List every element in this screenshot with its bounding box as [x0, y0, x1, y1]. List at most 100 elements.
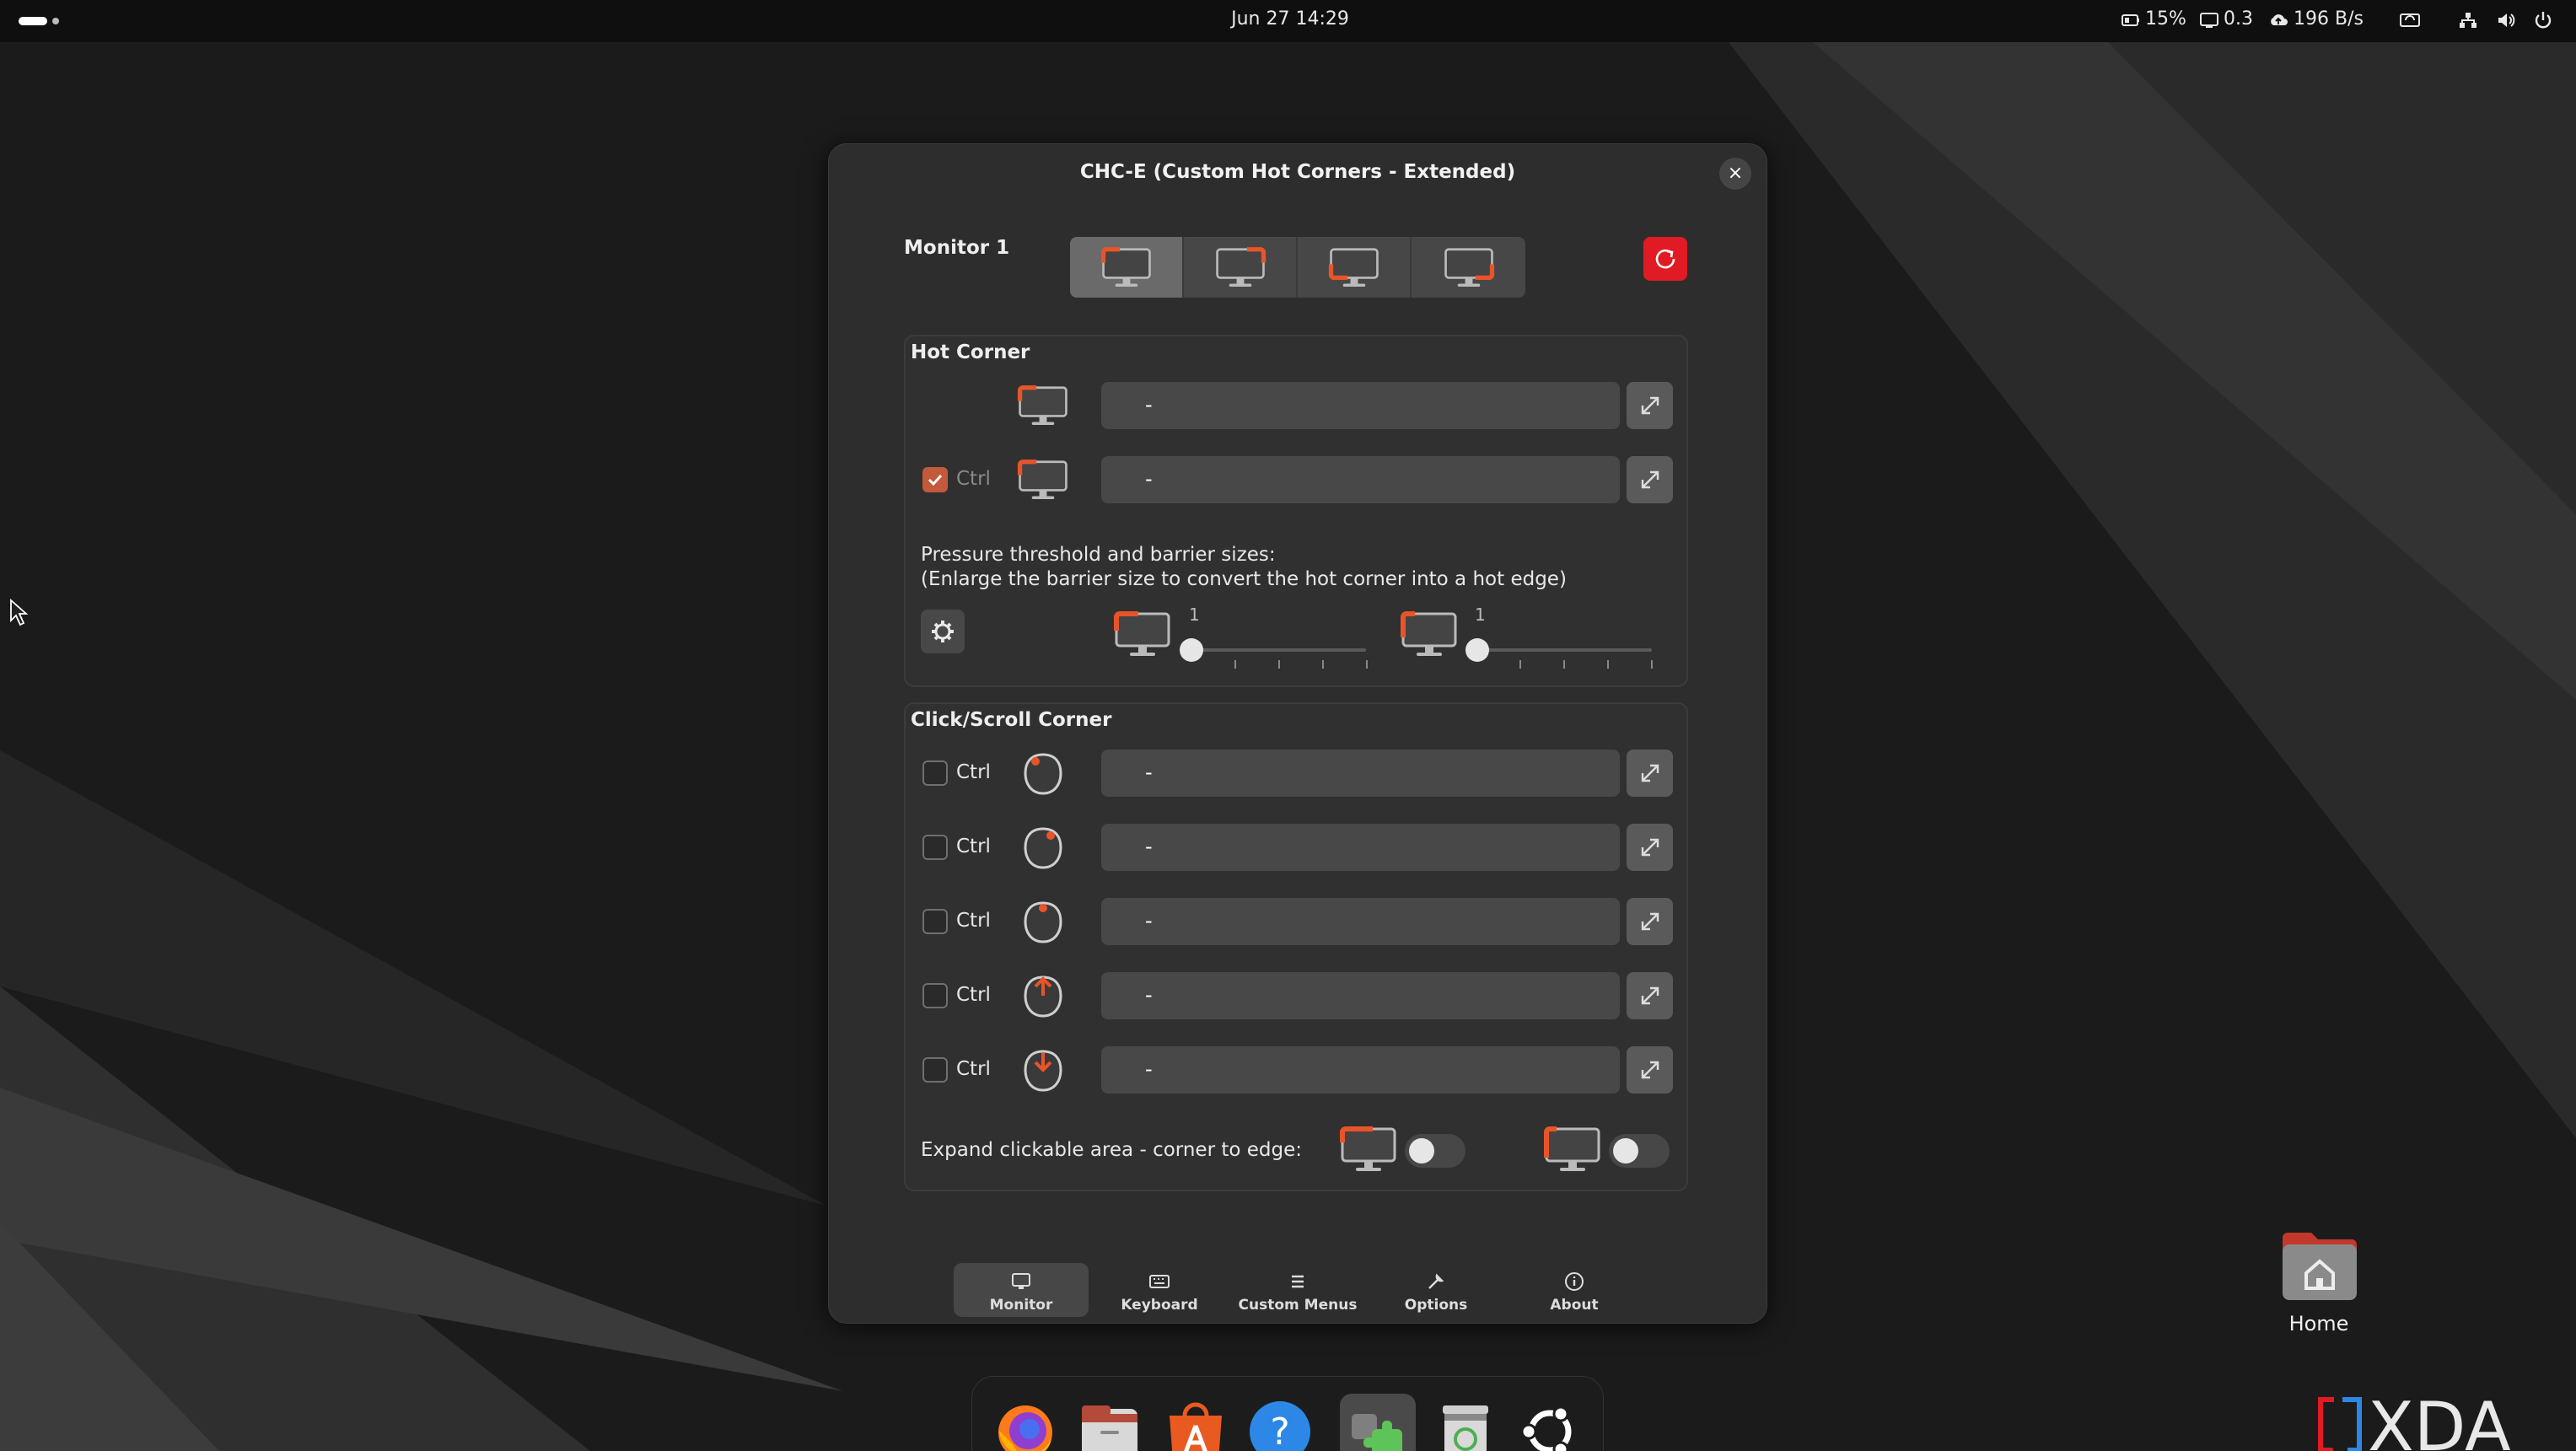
click-corner-action-field[interactable]: -	[1101, 1046, 1620, 1094]
bottom-tab-bar: Monitor Keyboard Custom Menus Options About	[829, 1263, 1767, 1322]
click-corner-ctrl-checkbox[interactable]	[922, 835, 948, 860]
slider-tick	[1322, 660, 1324, 669]
barrier-vertical-track[interactable]	[1475, 648, 1652, 652]
firefox-icon	[998, 1405, 1052, 1451]
expand-vertical-toggle[interactable]	[1609, 1134, 1670, 1168]
click-corner-action-field[interactable]: -	[1101, 898, 1620, 945]
xda-watermark: XDA	[2314, 1391, 2558, 1451]
barrier-vertical-value: 1	[1475, 605, 1486, 625]
mouse-left-click-icon	[1024, 753, 1062, 795]
tab-custom-menus[interactable]: Custom Menus	[1230, 1263, 1365, 1317]
hot-corner-action-field[interactable]: -	[1101, 382, 1620, 429]
network-speed: 196 B/s	[2294, 8, 2364, 30]
dock-app-center[interactable]	[1158, 1394, 1234, 1451]
ctrl-label: Ctrl	[956, 836, 991, 857]
screen-rotate-icon[interactable]	[2399, 10, 2420, 30]
click-corner-mouse-icon-wrap	[1014, 972, 1073, 1019]
ctrl-label: Ctrl	[956, 984, 991, 1006]
monitor-top-left-icon	[1017, 385, 1068, 426]
dock-files[interactable]	[1072, 1394, 1148, 1451]
click-corner-action-field[interactable]: -	[1101, 972, 1620, 1019]
dock-help[interactable]: ?	[1242, 1394, 1318, 1451]
monitor-icon	[1011, 1271, 1031, 1292]
ubuntu-logo-icon	[1520, 1405, 1572, 1451]
chc-e-dialog: CHC-E (Custom Hot Corners - Extended) × …	[828, 143, 1767, 1324]
tab-options[interactable]: Options	[1369, 1263, 1503, 1317]
click-corner-ctrl-checkbox[interactable]	[922, 983, 948, 1008]
click-corner-expand-button[interactable]	[1627, 750, 1673, 797]
hot-corner-action-field[interactable]: -	[1101, 456, 1620, 503]
click-corner-expand-button[interactable]	[1627, 1046, 1673, 1094]
hot-corner-monitor-icon-wrap	[1014, 382, 1073, 429]
upload-cloud-icon	[2268, 10, 2288, 30]
corner-bottom-right-button[interactable]	[1412, 237, 1525, 298]
expand-icon	[1641, 764, 1659, 782]
keyboard-icon	[1149, 1271, 1170, 1292]
click-corner-ctrl-checkbox[interactable]	[922, 1057, 948, 1083]
power-icon[interactable]	[2533, 10, 2553, 30]
battery-percent: 15%	[2145, 8, 2186, 30]
tab-label: Keyboard	[1121, 1297, 1198, 1314]
activities-indicator-icon[interactable]	[19, 16, 61, 26]
expand-icon	[1641, 838, 1659, 857]
ctrl-label: Ctrl	[956, 468, 991, 490]
hot-corner-expand-button[interactable]	[1627, 382, 1673, 429]
pressure-title: Pressure threshold and barrier sizes:	[921, 544, 1276, 566]
expand-icon	[1641, 1061, 1659, 1079]
dock-extension-manager[interactable]	[1340, 1394, 1416, 1451]
click-corner-ctrl-checkbox[interactable]	[922, 760, 948, 786]
pressure-hint: (Enlarge the barrier size to convert the…	[921, 568, 1567, 590]
tab-monitor[interactable]: Monitor	[954, 1263, 1089, 1317]
hot-corner-ctrl-checkbox[interactable]	[922, 467, 948, 492]
slider-tick	[1607, 660, 1609, 669]
click-corner-expand-button[interactable]	[1627, 824, 1673, 871]
clock[interactable]: Jun 27 14:29	[1218, 0, 1362, 42]
close-button[interactable]: ×	[1719, 158, 1751, 190]
desktop: CHC-E (Custom Hot Corners - Extended) × …	[0, 42, 2576, 1451]
slider-tick	[1519, 660, 1521, 669]
dock-trash[interactable]	[1428, 1394, 1503, 1451]
barrier-horizontal-icon	[1113, 610, 1172, 658]
gear-icon	[932, 621, 954, 642]
hot-corner-monitor-icon-wrap	[1014, 456, 1073, 503]
monitor-bottom-right-icon	[1444, 248, 1494, 288]
reset-button[interactable]	[1643, 237, 1687, 281]
monitor-top-left-icon	[1017, 459, 1068, 500]
corner-top-right-button[interactable]	[1184, 237, 1298, 298]
barrier-vertical-slider[interactable]	[1465, 638, 1489, 662]
expand-horizontal-icon	[1339, 1126, 1398, 1173]
barrier-horizontal-track[interactable]	[1189, 648, 1366, 652]
dock-firefox[interactable]	[987, 1394, 1063, 1451]
volume-icon[interactable]	[2496, 10, 2516, 30]
pressure-settings-button[interactable]	[921, 610, 965, 653]
click-corner-expand-button[interactable]	[1627, 972, 1673, 1019]
slider-tick	[1234, 660, 1236, 669]
tab-about[interactable]: About	[1507, 1263, 1642, 1317]
network-icon[interactable]	[2458, 10, 2478, 30]
click-corner-mouse-icon-wrap	[1014, 750, 1073, 797]
dock-ubuntu[interactable]	[1512, 1394, 1588, 1451]
click-corner-expand-button[interactable]	[1627, 898, 1673, 945]
mouse-right-click-icon	[1024, 827, 1062, 869]
corner-top-left-button[interactable]	[1070, 237, 1184, 298]
click-corner-action-field[interactable]: -	[1101, 750, 1620, 797]
hot-corner-expand-button[interactable]	[1627, 456, 1673, 503]
click-corner-mouse-icon-wrap	[1014, 1046, 1073, 1094]
barrier-horizontal-slider[interactable]	[1180, 638, 1203, 662]
click-corner-ctrl-checkbox[interactable]	[922, 909, 948, 934]
expand-horizontal-toggle[interactable]	[1405, 1134, 1465, 1168]
ctrl-label: Ctrl	[956, 761, 991, 783]
expand-clickable-label: Expand clickable area - corner to edge:	[921, 1139, 1302, 1161]
files-icon	[1082, 1405, 1137, 1451]
corner-bottom-left-button[interactable]	[1298, 237, 1412, 298]
ctrl-label: Ctrl	[956, 1058, 991, 1080]
svg-text:XDA: XDA	[2368, 1391, 2511, 1451]
monitor-label: Monitor 1	[904, 237, 1010, 259]
click-scroll-title: Click/Scroll Corner	[911, 709, 1112, 731]
display-icon	[2199, 10, 2219, 30]
click-corner-mouse-icon-wrap	[1014, 898, 1073, 945]
tab-keyboard[interactable]: Keyboard	[1092, 1263, 1227, 1317]
mouse-pointer-icon	[9, 599, 30, 627]
home-folder-icon[interactable]	[2279, 1229, 2360, 1303]
click-corner-action-field[interactable]: -	[1101, 824, 1620, 871]
